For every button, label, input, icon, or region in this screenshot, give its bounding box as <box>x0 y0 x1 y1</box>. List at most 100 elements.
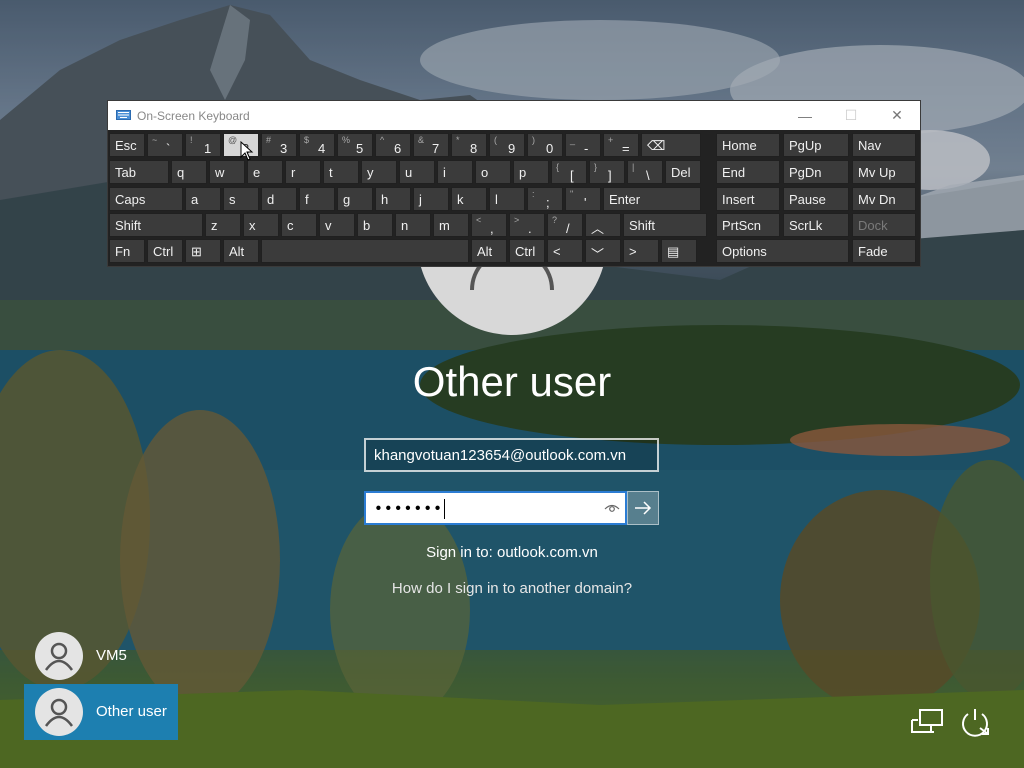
key-prtscn[interactable]: PrtScn <box>716 213 780 237</box>
key--2-10[interactable]: :; <box>527 187 563 211</box>
power-icon[interactable] <box>958 706 992 738</box>
key-shift[interactable]: Shift <box>109 213 203 237</box>
eye-icon[interactable] <box>604 500 620 516</box>
key-enter[interactable]: Enter <box>603 187 701 211</box>
key-z[interactable]: z <box>205 213 241 237</box>
key--0-13[interactable]: + = <box>603 133 639 157</box>
key-home[interactable]: Home <box>716 133 780 157</box>
key-8[interactable]: * 8 <box>451 133 487 157</box>
key-space[interactable] <box>261 239 469 263</box>
key-nav[interactable]: Nav <box>852 133 916 157</box>
key-end[interactable]: End <box>716 160 780 184</box>
key-4[interactable]: $4 <box>299 133 335 157</box>
key-y[interactable]: y <box>361 160 397 184</box>
key-5[interactable]: % 5 <box>337 133 373 157</box>
key-1[interactable]: ! 1 <box>185 133 221 157</box>
key-f[interactable]: f <box>299 187 335 211</box>
key-k[interactable]: k <box>451 187 487 211</box>
key-3[interactable]: #3 <box>261 133 297 157</box>
key-g[interactable]: g <box>337 187 373 211</box>
key-options[interactable]: Options <box>716 239 849 263</box>
key-x[interactable]: x <box>243 213 279 237</box>
key-ctrl[interactable]: Ctrl <box>147 239 183 263</box>
key-c[interactable]: c <box>281 213 317 237</box>
key--3-9[interactable]: >. <box>509 213 545 237</box>
key-t[interactable]: t <box>323 160 359 184</box>
key-tab[interactable]: Tab <box>109 160 169 184</box>
key-ctrl[interactable]: Ctrl <box>509 239 545 263</box>
key-q[interactable]: q <box>171 160 207 184</box>
key-7[interactable]: & 7 <box>413 133 449 157</box>
key-shift-label: : <box>532 189 535 199</box>
key-a[interactable]: a <box>185 187 221 211</box>
key-del[interactable]: Del <box>665 160 701 184</box>
key-fn[interactable]: Fn <box>109 239 145 263</box>
key-pgdn[interactable]: PgDn <box>783 160 849 184</box>
on-screen-keyboard-window[interactable]: On-Screen Keyboard — ☐ ✕ Esc~`!1@2#3$4%5… <box>108 101 920 266</box>
key--1-11[interactable]: {[ <box>551 160 587 184</box>
key-scrlk[interactable]: ScrLk <box>783 213 849 237</box>
key-label: p <box>519 165 527 180</box>
key--4-9[interactable]: > <box>623 239 659 263</box>
key-pause[interactable]: Pause <box>783 187 849 211</box>
minimize-button[interactable]: — <box>782 101 828 130</box>
password-field[interactable]: ••••••• <box>364 491 627 525</box>
key-h[interactable]: h <box>375 187 411 211</box>
user-tile-vm5[interactable]: VM5 <box>24 628 178 684</box>
key-r[interactable]: r <box>285 160 321 184</box>
key-u[interactable]: u <box>399 160 435 184</box>
key-esc[interactable]: Esc <box>109 133 145 157</box>
key-j[interactable]: j <box>413 187 449 211</box>
key-b[interactable]: b <box>357 213 393 237</box>
key--4-7[interactable]: < <box>547 239 583 263</box>
submit-button[interactable] <box>627 491 659 525</box>
key-insert[interactable]: Insert <box>716 187 780 211</box>
key-0[interactable]: ) 0 <box>527 133 563 157</box>
key-caps[interactable]: Caps <box>109 187 183 211</box>
key--4-8[interactable]: ﹀ <box>585 239 621 263</box>
key--1-13[interactable]: | \ <box>627 160 663 184</box>
key-i[interactable]: i <box>437 160 473 184</box>
key--2-11[interactable]: " ' <box>565 187 601 211</box>
key-label: Esc <box>115 138 137 153</box>
key--0-12[interactable]: _ - <box>565 133 601 157</box>
key-6[interactable]: ^ 6 <box>375 133 411 157</box>
key-mv-dn[interactable]: Mv Dn <box>852 187 916 211</box>
key--3-11[interactable]: ︿ <box>585 213 621 237</box>
key-o[interactable]: o <box>475 160 511 184</box>
key-pgup[interactable]: PgUp <box>783 133 849 157</box>
email-field[interactable]: khangvotuan123654@outlook.com.vn <box>364 438 659 472</box>
key--1-12[interactable]: }] <box>589 160 625 184</box>
key-m[interactable]: m <box>433 213 469 237</box>
key-p[interactable]: p <box>513 160 549 184</box>
key-alt[interactable]: Alt <box>471 239 507 263</box>
osk-titlebar[interactable]: On-Screen Keyboard — ☐ ✕ <box>108 101 920 130</box>
key-fade[interactable]: Fade <box>852 239 916 263</box>
key--4-2[interactable]: ⊞ <box>185 239 221 263</box>
key--0-1[interactable]: ~ ` <box>147 133 183 157</box>
key-shift[interactable]: Shift <box>623 213 707 237</box>
key-main-label: ; <box>546 195 550 210</box>
key-e[interactable]: e <box>247 160 283 184</box>
key-alt[interactable]: Alt <box>223 239 259 263</box>
key--0-14[interactable]: ⌫ <box>641 133 701 157</box>
maximize-button[interactable]: ☐ <box>828 101 874 130</box>
key--4-10[interactable]: ▤ <box>661 239 697 263</box>
key-label: Caps <box>115 192 146 207</box>
key--3-8[interactable]: <, <box>471 213 507 237</box>
key-v[interactable]: v <box>319 213 355 237</box>
key-mv-up[interactable]: Mv Up <box>852 160 916 184</box>
other-domain-link[interactable]: How do I sign in to another domain? <box>0 580 1024 597</box>
key-n[interactable]: n <box>395 213 431 237</box>
key-main-label: \ <box>646 168 650 183</box>
key--3-10[interactable]: ? / <box>547 213 583 237</box>
user-tile-other-user[interactable]: Other user <box>24 684 178 740</box>
key-label: d <box>267 192 275 207</box>
network-icon[interactable] <box>910 708 944 736</box>
key-d[interactable]: d <box>261 187 297 211</box>
key-l[interactable]: l <box>489 187 525 211</box>
close-button[interactable]: ✕ <box>874 101 920 130</box>
key-9[interactable]: (9 <box>489 133 525 157</box>
key-s[interactable]: s <box>223 187 259 211</box>
key-w[interactable]: w <box>209 160 245 184</box>
